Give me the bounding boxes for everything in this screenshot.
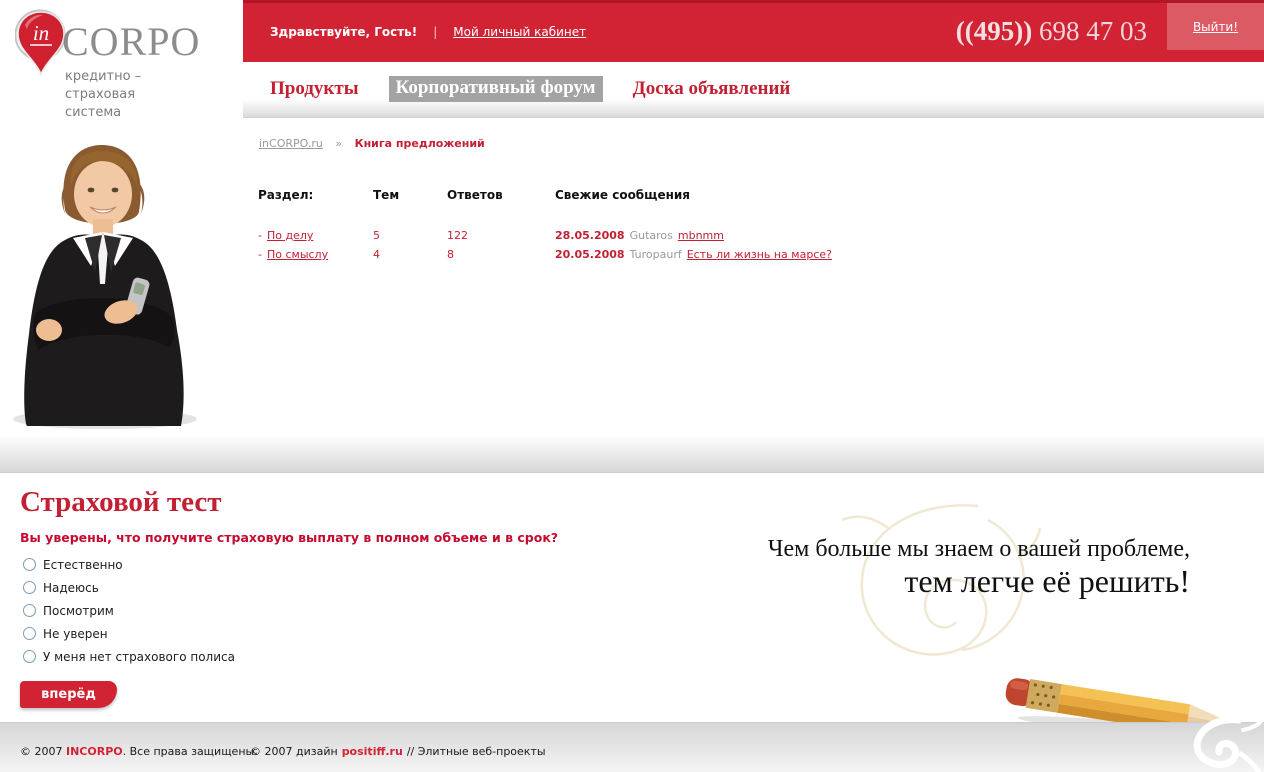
separator-band [0, 435, 1264, 473]
column-header-section: Раздел: [258, 188, 314, 202]
radio-option[interactable]: Посмотрим [20, 599, 580, 622]
radio-input[interactable] [23, 604, 36, 617]
nav-band: Продукты Корпоративный форум Доска объяв… [243, 62, 1264, 118]
personal-cabinet-link[interactable]: Мой личный кабинет [453, 25, 586, 39]
design-suffix: // Элитные веб-проекты [406, 745, 546, 758]
main-nav: Продукты Корпоративный форум Доска объяв… [270, 76, 790, 102]
message-date: 28.05.2008 [555, 229, 625, 242]
slogan-line1: Чем больше мы знаем о вашей проблеме, [767, 536, 1190, 562]
message-topic-link[interactable]: mbnmm [678, 229, 724, 242]
message-author: Gutaros [629, 229, 673, 242]
message-date: 20.05.2008 [555, 248, 625, 261]
footer: © 2007 INCORPO. Все права защищены. © 20… [0, 722, 1264, 772]
tab-corporate-forum[interactable]: Корпоративный форум [388, 76, 603, 102]
section-cell: - По смыслу [258, 245, 373, 264]
logo-pin-icon: in [15, 9, 66, 76]
tagline-line: кредитно – [65, 69, 142, 84]
logo-name: CORPO [62, 19, 201, 64]
breadcrumb-current: Книга предложений [354, 137, 485, 150]
header-divider: | [433, 25, 438, 39]
column-header-fresh-messages: Свежие сообщения [555, 188, 690, 202]
footer-swirl-icon [1193, 716, 1263, 772]
test-title: Страховой тест [20, 486, 222, 518]
radio-input[interactable] [23, 558, 36, 571]
logout-block[interactable]: Выйти! [1167, 3, 1264, 50]
topics-count: 4 [373, 248, 380, 261]
design-link[interactable]: positiff.ru [342, 745, 403, 758]
slogan-line2: тем легче её решить! [904, 563, 1190, 599]
design-copyright: © 2007 дизайн [250, 745, 338, 758]
phone-number: ((495)) 698 47 03 [956, 16, 1147, 47]
tab-products[interactable]: Продукты [270, 78, 359, 100]
greeting-row: Здравствуйте, Гость! | Мой личный кабине… [270, 25, 586, 39]
forward-button[interactable]: вперёд [20, 681, 117, 708]
breadcrumb: inCORPO.ru » Книга предложений [259, 137, 485, 150]
message-topic-link[interactable]: Есть ли жизнь на марсе? [687, 248, 832, 261]
fresh-message-cell: 28.05.2008 Gutaros mbnmm [555, 226, 1015, 245]
replies-count: 8 [447, 248, 454, 261]
column-header-replies: Ответов [447, 188, 503, 202]
forum-header-row: Раздел: Тем Ответов Свежие сообщения [258, 188, 1015, 202]
insurance-test: Страховой тест Вы уверены, что получите … [20, 486, 580, 708]
rights-text: . Все права защищены. [122, 745, 258, 758]
radio-option[interactable]: Естественно [20, 553, 580, 576]
radio-input[interactable] [23, 627, 36, 640]
header-bar: Здравствуйте, Гость! | Мой личный кабине… [243, 0, 1264, 62]
radio-option[interactable]: У меня нет страхового полиса [20, 645, 580, 668]
footer-brand: INCORPO [66, 745, 123, 758]
slogan: Чем больше мы знаем о вашей проблеме, те… [768, 536, 1190, 599]
section-cell: - По делу [258, 226, 373, 245]
test-options: Естественно Надеюсь Посмотрим Не уверен … [20, 553, 580, 668]
message-author: Turopaurf [629, 248, 682, 261]
section-link[interactable]: По смыслу [267, 248, 328, 261]
tab-announcement-board[interactable]: Доска объявлений [633, 78, 791, 100]
radio-input[interactable] [23, 581, 36, 594]
test-question: Вы уверены, что получите страховую выпла… [20, 530, 559, 545]
radio-label: Надеюсь [43, 580, 99, 595]
page: in CORPO кредитно – страховая система Зд… [0, 0, 1264, 772]
column-header-topics: Тем [373, 188, 400, 202]
phone-digits: 698 47 03 [1039, 16, 1147, 46]
logo-zone: in CORPO кредитно – страховая система [0, 0, 243, 130]
logo-pin-text: in [33, 21, 49, 45]
radio-label: Естественно [43, 557, 123, 572]
radio-option[interactable]: Надеюсь [20, 576, 580, 599]
section-link[interactable]: По делу [267, 229, 313, 242]
radio-label: Не уверен [43, 626, 108, 641]
replies-count: 122 [447, 229, 468, 242]
forum-table: Раздел: Тем Ответов Свежие сообщения - По… [258, 188, 1015, 264]
breadcrumb-separator: » [335, 137, 343, 150]
radio-label: Посмотрим [43, 603, 114, 618]
radio-label: У меня нет страхового полиса [43, 649, 235, 664]
phone-area-code: ((495)) [955, 16, 1033, 46]
tagline-line: страховая [65, 87, 136, 102]
copyright-text: © 2007 INCORPO. Все права защищены. [20, 745, 258, 758]
radio-option[interactable]: Не уверен [20, 622, 580, 645]
table-row: - По делу 5 122 28.05.2008 Gutaros mbnmm [258, 226, 1015, 245]
greeting-text: Здравствуйте, Гость! [270, 25, 418, 39]
breadcrumb-home-link[interactable]: inCORPO.ru [259, 137, 323, 150]
tagline-line: система [65, 105, 122, 120]
row-bullet: - [258, 248, 262, 261]
logout-link[interactable]: Выйти! [1193, 20, 1238, 34]
fresh-message-cell: 20.05.2008 Turopaurf Есть ли жизнь на марс… [555, 245, 1015, 264]
copyright-year: © 2007 [20, 745, 66, 758]
topics-count: 5 [373, 229, 380, 242]
businesswoman-photo [13, 145, 197, 429]
radio-input[interactable] [23, 650, 36, 663]
design-credit: © 2007 дизайн positiff.ru// Элитные веб-п… [250, 745, 546, 758]
row-bullet: - [258, 229, 262, 242]
logo-tagline: кредитно – страховая система [65, 68, 141, 122]
table-row: - По смыслу 4 8 20.05.2008 Turopaurf Есть л… [258, 245, 1015, 264]
